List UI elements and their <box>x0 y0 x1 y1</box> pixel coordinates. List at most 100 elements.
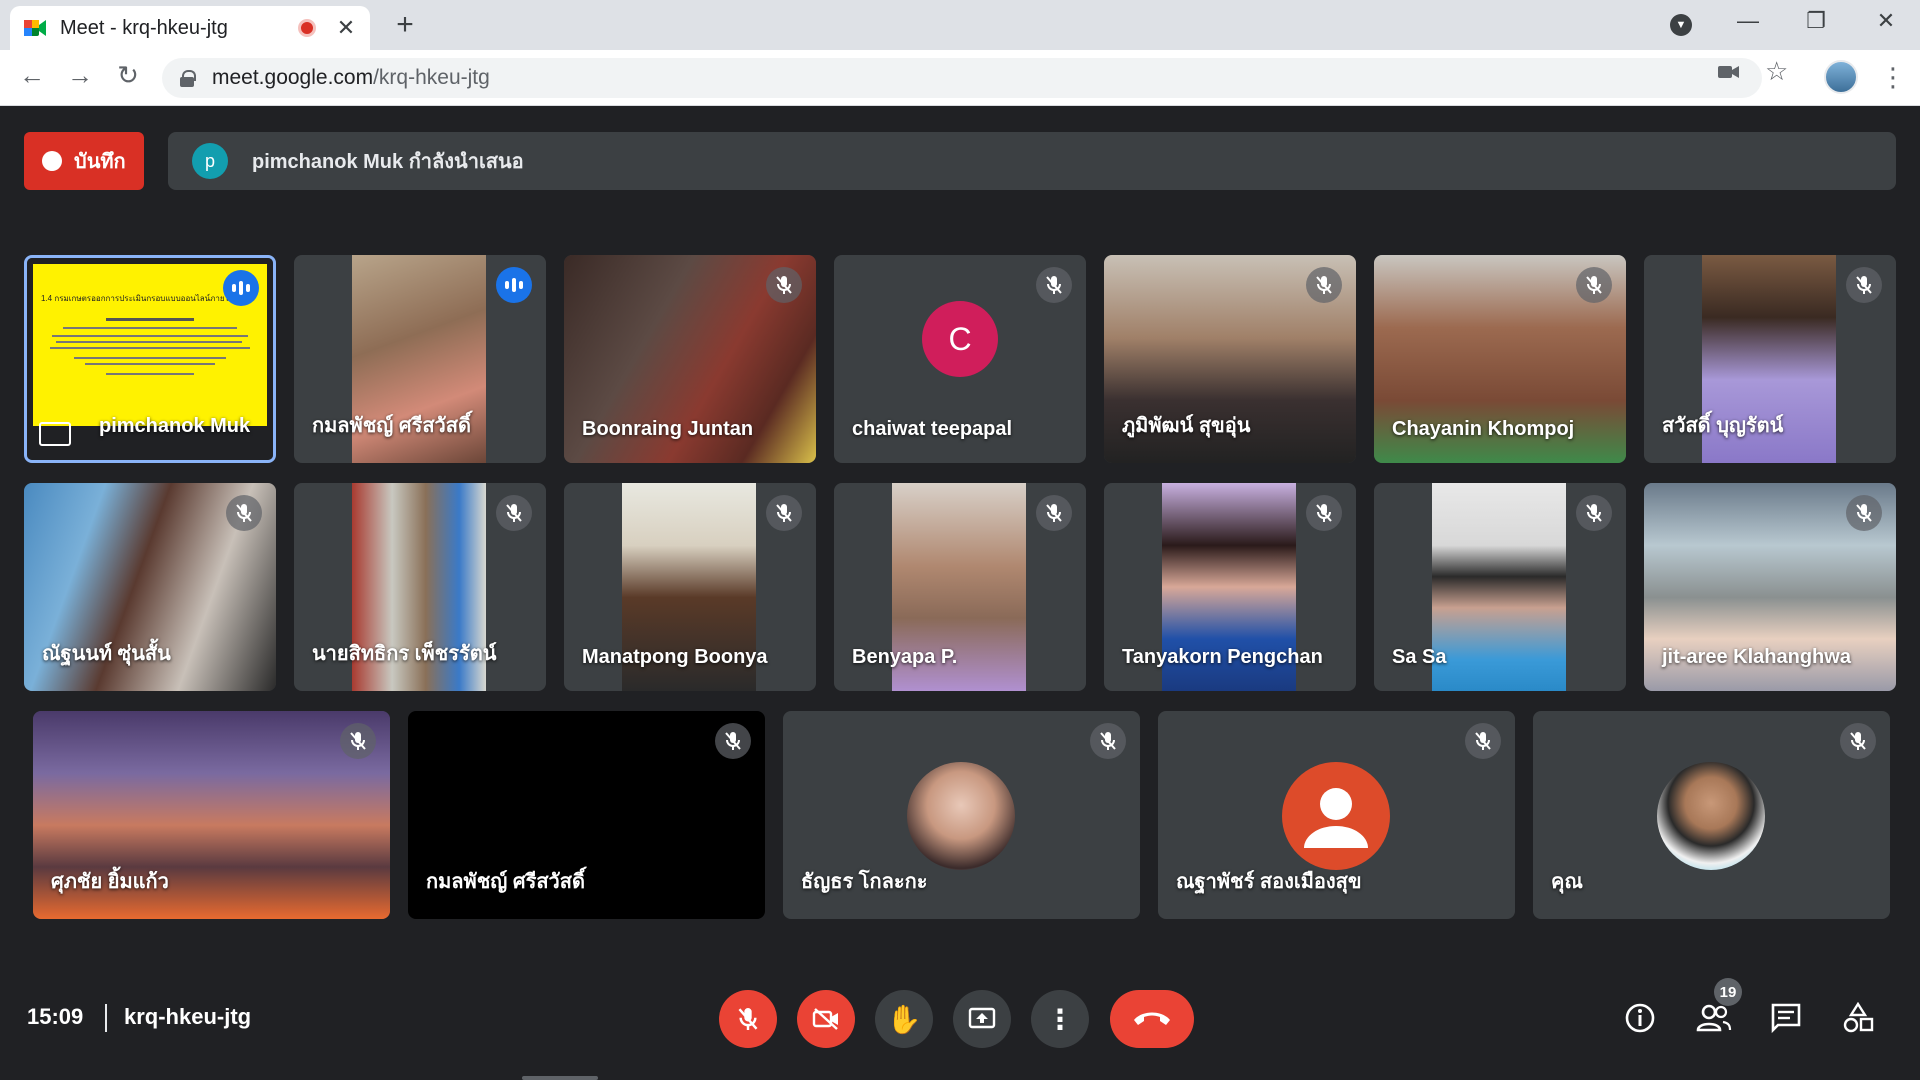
url-text: meet.google.com/krq-hkeu-jtg <box>212 66 490 90</box>
restore-window-button[interactable]: ❐ <box>1796 8 1836 34</box>
muted-mic-icon <box>1036 495 1072 531</box>
muted-mic-icon <box>1846 267 1882 303</box>
raise-hand-button[interactable]: ✋ <box>875 990 933 1048</box>
meeting-code: krq-hkeu-jtg <box>124 1004 252 1029</box>
presentation-banner[interactable]: p pimchanok Muk กำลังนำเสนอ <box>168 132 1896 190</box>
muted-mic-icon <box>1465 723 1501 759</box>
participant-name: Chayanin Khompoj <box>1392 418 1575 440</box>
participant-tile[interactable]: 1.4 กรมเกษตรออกการประเมินกรอบแบบออนไลน์ภ… <box>24 255 276 463</box>
meeting-details-button[interactable] <box>1620 998 1660 1038</box>
participant-name: ศุภชัย ยิ้มแก้ว <box>51 871 169 893</box>
participant-name: chaiwat teepapal <box>852 418 1013 440</box>
close-window-button[interactable]: ✕ <box>1866 8 1906 34</box>
people-icon <box>1696 1004 1732 1032</box>
scroll-indicator <box>522 1076 598 1080</box>
participant-avatar: C <box>922 301 998 377</box>
participant-tile[interactable]: กมลพัชญ์ ศรีสวัสดิ์ <box>294 255 546 463</box>
muted-mic-icon <box>715 723 751 759</box>
chat-button[interactable] <box>1766 998 1806 1038</box>
lock-icon[interactable] <box>180 70 196 87</box>
presenting-text: pimchanok Muk กำลังนำเสนอ <box>252 151 524 173</box>
back-icon[interactable]: ← <box>14 60 50 91</box>
recording-button[interactable]: บันทึก <box>24 132 144 190</box>
participant-name: Sa Sa <box>1392 646 1447 668</box>
participant-name: สวัสดิ์ บุญรัตน์ <box>1662 415 1784 437</box>
new-tab-button[interactable]: + <box>390 8 420 42</box>
participant-tile[interactable]: คุณ <box>1533 711 1890 919</box>
muted-mic-icon <box>1576 495 1612 531</box>
participant-tile[interactable]: นายสิทธิกร เพ็ชรรัตน์ <box>294 483 546 691</box>
participant-name: กมลพัชญ์ ศรีสวัสดิ์ <box>426 871 585 893</box>
present-screen-icon <box>968 1007 996 1029</box>
forward-icon[interactable]: → <box>62 60 98 91</box>
recording-indicator-icon <box>298 19 316 37</box>
url-host: meet.google.com <box>212 66 374 89</box>
muted-mic-icon <box>1576 267 1612 303</box>
participant-tile[interactable]: ศุภชัย ยิ้มแก้ว <box>33 711 390 919</box>
participant-video <box>1432 483 1566 691</box>
muted-mic-icon <box>1306 267 1342 303</box>
participant-tile[interactable]: Manatpong Boonya <box>564 483 816 691</box>
muted-mic-icon <box>766 267 802 303</box>
participant-name: กมลพัชญ์ ศรีสวัสดิ์ <box>312 415 471 437</box>
participant-tile[interactable]: Chayanin Khompoj <box>1374 255 1626 463</box>
chat-icon <box>1771 1003 1801 1034</box>
participant-name: pimchanok Muk <box>99 415 251 437</box>
google-meet-icon <box>24 18 46 38</box>
participant-name: Tanyakorn Pengchan <box>1122 646 1323 668</box>
present-now-button[interactable] <box>953 990 1011 1048</box>
participant-name: ธัญธร โกละกะ <box>801 871 928 893</box>
participant-name: Benyapa P. <box>852 646 958 668</box>
participant-tile[interactable]: Benyapa P. <box>834 483 1086 691</box>
participant-name: ณฐาพัชร์ สองเมืองสุข <box>1176 871 1362 893</box>
browser-menu-icon[interactable]: ⋮ <box>1880 62 1906 93</box>
close-tab-icon[interactable]: ✕ <box>336 15 356 41</box>
address-bar[interactable]: meet.google.com/krq-hkeu-jtg <box>162 58 1762 98</box>
bookmark-star-icon[interactable]: ☆ <box>1765 56 1788 87</box>
tab-search-icon[interactable]: ▼ <box>1670 14 1692 36</box>
camera-off-icon <box>812 1008 838 1030</box>
participant-name: ภูมิพัฒน์ สุขอุ่น <box>1122 415 1251 437</box>
camera-toggle-button[interactable] <box>797 990 855 1048</box>
tab-title: Meet - krq-hkeu-jtg <box>60 16 228 39</box>
activities-icon <box>1843 1002 1874 1033</box>
browser-tab-strip: Meet - krq-hkeu-jtg ✕ + ▼ — ❐ ✕ <box>0 0 1920 50</box>
participant-name: นายสิทธิกร เพ็ชรรัตน์ <box>312 643 497 665</box>
browser-toolbar: ← → ↻ meet.google.com/krq-hkeu-jtg ☆ ⋮ <box>0 50 1920 106</box>
mic-off-icon <box>738 1008 758 1030</box>
profile-avatar[interactable] <box>1824 60 1858 94</box>
reload-icon[interactable]: ↻ <box>110 60 146 91</box>
muted-mic-icon <box>1036 267 1072 303</box>
participant-tile[interactable]: Boonraing Juntan <box>564 255 816 463</box>
default-user-avatar-icon <box>1282 762 1390 870</box>
participant-tile[interactable]: ณฐาพัชร์ สองเมืองสุข <box>1158 711 1515 919</box>
muted-mic-icon <box>766 495 802 531</box>
participant-tile[interactable]: กมลพัชญ์ ศรีสวัสดิ์ <box>408 711 765 919</box>
clock-divider <box>105 1004 107 1032</box>
meeting-clock: 15:09 <box>27 1004 84 1029</box>
participant-tile[interactable]: ธัญธร โกละกะ <box>783 711 1140 919</box>
participant-name: ณัฐนนท์ ซุ่นสั้น <box>42 643 171 665</box>
participant-tile[interactable]: ณัฐนนท์ ซุ่นสั้น <box>24 483 276 691</box>
mic-toggle-button[interactable] <box>719 990 777 1048</box>
participant-tile[interactable]: สวัสดิ์ บุญรัตน์ <box>1644 255 1896 463</box>
presenter-avatar: p <box>192 143 228 179</box>
participant-name: คุณ <box>1551 871 1583 893</box>
participant-tile[interactable]: C chaiwat teepapal <box>834 255 1086 463</box>
participant-tile[interactable]: jit-aree Klahanghwa <box>1644 483 1896 691</box>
more-vert-icon: ⋮ <box>1046 1003 1074 1035</box>
participant-count-badge: 19 <box>1714 978 1742 1006</box>
leave-call-button[interactable] <box>1110 990 1194 1048</box>
speaking-indicator-icon <box>496 267 532 303</box>
more-options-button[interactable]: ⋮ <box>1031 990 1089 1048</box>
muted-mic-icon <box>1090 723 1126 759</box>
speaking-indicator-icon <box>223 270 259 306</box>
camera-permission-icon[interactable] <box>1718 60 1740 86</box>
participant-tile[interactable]: Sa Sa <box>1374 483 1626 691</box>
minimize-window-button[interactable]: — <box>1728 8 1768 34</box>
participant-tile[interactable]: Tanyakorn Pengchan <box>1104 483 1356 691</box>
browser-tab-meet[interactable]: Meet - krq-hkeu-jtg ✕ <box>10 6 370 50</box>
participant-tile[interactable]: ภูมิพัฒน์ สุขอุ่น <box>1104 255 1356 463</box>
present-screen-icon <box>39 422 71 446</box>
activities-button[interactable] <box>1838 998 1878 1038</box>
